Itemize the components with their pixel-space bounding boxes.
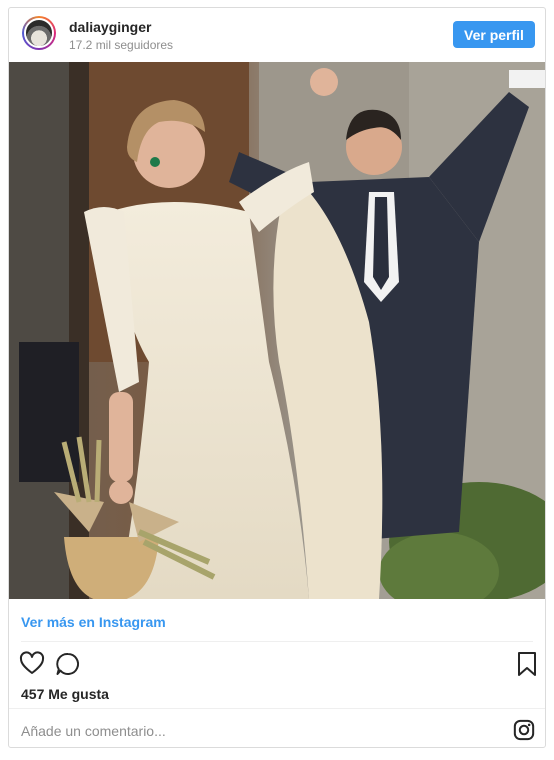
wedding-photo [9,62,545,599]
like-count: 457 Me gusta [21,686,109,702]
comment-icon[interactable] [55,651,81,677]
follower-count: 17.2 mil seguidores [69,38,174,52]
instagram-logo-icon[interactable] [513,719,535,741]
heart-icon[interactable] [19,651,45,677]
avatar[interactable] [22,16,56,50]
username[interactable]: daliayginger [69,19,151,35]
view-profile-button[interactable]: Ver perfil [453,21,535,48]
post-photo[interactable] [9,62,545,599]
divider [21,641,533,642]
instagram-embed-card: daliayginger 17.2 mil seguidores Ver per… [8,7,546,748]
view-more-on-instagram-link[interactable]: Ver más en Instagram [21,614,166,630]
avatar-image [24,18,54,48]
comment-input[interactable] [19,719,483,743]
post-header: daliayginger 17.2 mil seguidores Ver per… [9,8,545,62]
bookmark-icon[interactable] [514,651,540,677]
comment-bar [9,708,545,750]
